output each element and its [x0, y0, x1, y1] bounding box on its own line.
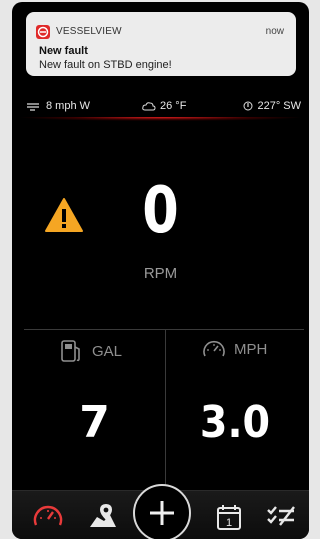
notification-app-name: VESSELVIEW [56, 26, 122, 37]
fuel-pump-icon [61, 340, 80, 362]
gauges-icon[interactable] [32, 503, 64, 534]
wind-text: 8 mph W [46, 100, 91, 112]
mph-value: 3.0 [199, 397, 271, 448]
speed-header: MPH [202, 339, 267, 359]
divider-vertical [165, 330, 166, 488]
rpm-value: 0 [142, 174, 179, 248]
notification-body: New fault on STBD engine! [39, 59, 172, 71]
map-pin-icon[interactable] [88, 503, 118, 534]
conditions-bar: 8 mph W 26 °F 227° SW [12, 96, 309, 116]
add-button[interactable] [133, 484, 191, 539]
gal-label: GAL [92, 342, 123, 360]
push-notification[interactable]: VESSELVIEW now New fault New fault on ST… [26, 12, 296, 76]
alert-glow-line [12, 117, 309, 127]
phone-screen: VESSELVIEW now New fault New fault on ST… [12, 2, 309, 539]
wind-icon [27, 103, 39, 111]
temperature-readout: 26 °F [142, 100, 186, 112]
gal-value: 7 [79, 397, 110, 448]
add-icon [150, 501, 174, 525]
fuel-header: GAL [60, 339, 122, 363]
heading-text: 227° SW [257, 100, 301, 112]
heading-readout: 227° SW [243, 100, 301, 112]
temperature-text: 26 °F [160, 100, 187, 112]
mph-label: MPH [234, 340, 268, 358]
vesselview-app-icon [36, 25, 50, 39]
calendar-icon[interactable]: 1 [215, 503, 243, 536]
compass-icon [243, 101, 253, 111]
rpm-label: RPM [143, 265, 178, 282]
wind-readout: 8 mph W [26, 100, 90, 112]
cloud-icon [142, 102, 156, 111]
speedometer-icon [203, 340, 225, 357]
checklist-icon[interactable] [266, 503, 296, 534]
notification-time: now [265, 26, 284, 37]
divider-horizontal [24, 329, 304, 330]
notification-title: New fault [39, 45, 88, 57]
calendar-day: 1 [226, 517, 232, 529]
